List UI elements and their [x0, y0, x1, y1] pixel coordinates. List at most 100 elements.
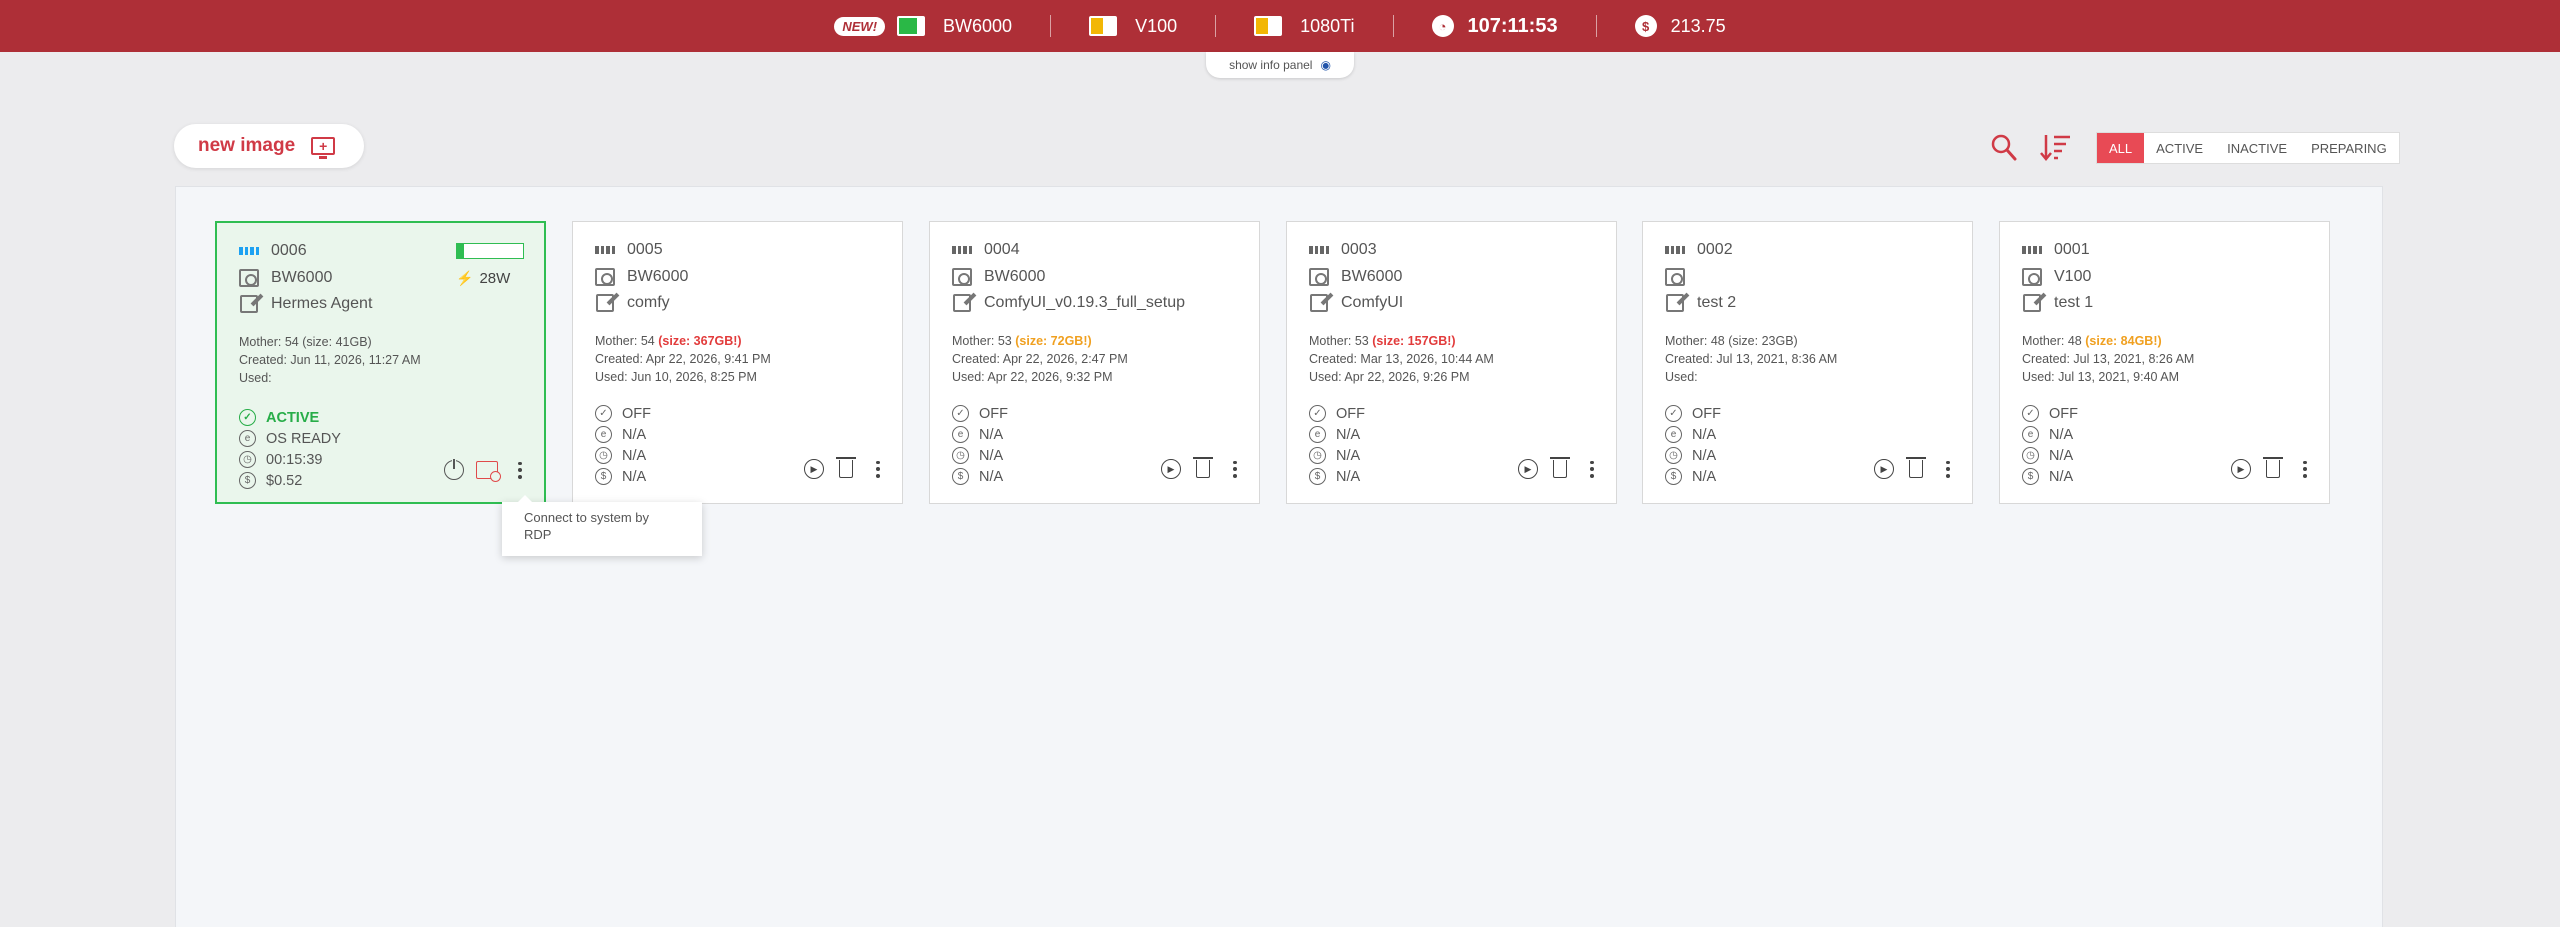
more-options-icon[interactable] [1225, 459, 1245, 479]
gpu-1080ti-status[interactable]: 1080Ti [1254, 16, 1355, 37]
sort-icon[interactable] [2040, 132, 2072, 162]
start-icon[interactable]: ▶ [804, 459, 824, 479]
trash-icon[interactable] [1193, 457, 1213, 478]
filter-active[interactable]: ACTIVE [2144, 133, 2215, 163]
cost-value: N/A [1336, 468, 1361, 485]
power-icon[interactable] [444, 458, 464, 480]
used-date: Used: Jun 10, 2026, 8:25 PM [595, 370, 757, 384]
image-card[interactable]: 0001 V100 test 1 Mother: 48 (size: 84GB!) Cr… [1999, 221, 2330, 504]
trash-icon[interactable] [1906, 457, 1926, 478]
battery-icon [1089, 16, 1118, 36]
filter-preparing[interactable]: PREPARING [2299, 133, 2399, 163]
gpu-name: BW6000 [271, 269, 333, 286]
os-value: N/A [622, 426, 647, 443]
more-options-icon[interactable] [868, 459, 888, 479]
rdp-connect-icon[interactable] [476, 461, 501, 482]
cost-row: $ N/A [952, 468, 1003, 485]
image-name[interactable]: test 2 [1697, 294, 1736, 312]
used-date: Used: [1665, 370, 1698, 384]
mother-size-warning: (size: 84GB!) [2085, 334, 2162, 348]
image-name[interactable]: Hermes Agent [271, 295, 372, 313]
new-image-label: new image [198, 135, 296, 156]
load-bar [456, 243, 524, 259]
gpu-bw6000-status[interactable]: NEW! BW6000 [834, 16, 1012, 37]
battery-icon [897, 16, 926, 36]
gpu-v100-status[interactable]: V100 [1089, 16, 1177, 37]
time-value: N/A [2049, 447, 2074, 464]
trash-icon[interactable] [2263, 457, 2283, 478]
image-id: 0005 [627, 241, 663, 258]
time-remaining: ◔ 107:11:53 [1431, 15, 1558, 38]
edit-icon [953, 294, 971, 312]
new-badge: NEW! [834, 16, 886, 36]
image-id-row: 0005 [595, 240, 663, 260]
created-date: Created: Jul 13, 2021, 8:36 AM [1665, 352, 1838, 366]
os-icon: e [952, 426, 969, 443]
cost-row: $ N/A [595, 468, 646, 485]
check-circle-icon: ✓ [239, 409, 256, 426]
windows-icon [1665, 240, 1685, 260]
more-options-icon[interactable] [510, 460, 530, 480]
status-value: OFF [1336, 405, 1365, 422]
os-row: e N/A [1665, 426, 1716, 443]
image-name[interactable]: ComfyUI_v0.19.3_full_setup [984, 294, 1185, 312]
power-usage: ⚡ 28W [456, 270, 510, 287]
gpu-name: V100 [2054, 268, 2092, 285]
gpu-icon [952, 268, 972, 286]
clock-icon: ◷ [952, 447, 969, 464]
image-card[interactable]: 0002 test 2 Mother: 48 (size: 23GB) Created… [1642, 221, 1973, 504]
cost-value: $0.52 [266, 472, 303, 489]
edit-icon [240, 295, 258, 313]
more-options-icon[interactable] [2295, 459, 2315, 479]
image-card[interactable]: 0005 BW6000 comfy Mother: 54 (size: 367GB!)… [572, 221, 903, 504]
gpu-name: BW6000 [984, 268, 1046, 285]
trash-icon[interactable] [1550, 457, 1570, 478]
filter-all[interactable]: ALL [2097, 133, 2145, 163]
more-options-icon[interactable] [1582, 459, 1602, 479]
image-name[interactable]: comfy [627, 294, 670, 312]
status-row: ✓ OFF [952, 405, 1008, 422]
load-bar-fill [457, 244, 464, 258]
gpu-name: BW6000 [627, 268, 689, 285]
divider [1595, 15, 1597, 37]
gpu-icon [2022, 268, 2042, 286]
time-row: ◷ N/A [1309, 447, 1360, 464]
image-meta: Mother: 53 (size: 157GB!) Created: Mar 13… [1309, 332, 1494, 386]
balance-value: 213.75 [1670, 15, 1726, 36]
status-value: OFF [2049, 405, 2078, 422]
image-card[interactable]: 0004 BW6000 ComfyUI_v0.19.3_full_setup Moth… [929, 221, 1260, 504]
check-circle-icon: ✓ [952, 405, 969, 422]
start-icon[interactable]: ▶ [1161, 459, 1181, 479]
image-meta: Mother: 48 (size: 84GB!) Created: Jul 13,… [2022, 332, 2194, 386]
edit-icon [596, 294, 614, 312]
filter-inactive[interactable]: INACTIVE [2215, 133, 2299, 163]
dollar-icon: $ [239, 472, 256, 489]
clock-icon: ◔ [1431, 15, 1454, 37]
image-card[interactable]: 0003 BW6000 ComfyUI Mother: 53 (size: 157GB… [1286, 221, 1617, 504]
start-icon[interactable]: ▶ [1874, 459, 1894, 479]
time-row: ◷ N/A [1665, 447, 1716, 464]
image-name[interactable]: ComfyUI [1341, 294, 1403, 312]
card-actions: ▶ [1506, 457, 1602, 479]
power-value: 28W [479, 270, 511, 287]
image-card[interactable]: 0006 BW6000 Hermes Agent Mother: 54 (size: … [215, 221, 546, 504]
search-icon[interactable] [1990, 132, 2018, 162]
gpu-icon [1309, 268, 1329, 286]
time-value: N/A [1692, 447, 1717, 464]
name-row: Hermes Agent [239, 294, 372, 314]
image-name[interactable]: test 1 [2054, 294, 2093, 312]
image-id-row: 0004 [952, 240, 1020, 260]
check-circle-icon: ✓ [1309, 405, 1326, 422]
start-icon[interactable]: ▶ [2231, 459, 2251, 479]
image-id: 0006 [271, 242, 307, 259]
name-row: ComfyUI_v0.19.3_full_setup [952, 293, 1185, 313]
more-options-icon[interactable] [1938, 459, 1958, 479]
show-info-panel-button[interactable]: show info panel ◉ [1206, 52, 1354, 78]
cost-value: N/A [2049, 468, 2074, 485]
new-image-button[interactable]: new image + [174, 124, 364, 168]
start-icon[interactable]: ▶ [1518, 459, 1538, 479]
status-row: ✓ OFF [595, 405, 651, 422]
trash-icon[interactable] [836, 457, 856, 478]
status-row: ✓ ACTIVE [239, 409, 319, 426]
image-id-row: 0002 [1665, 240, 1733, 260]
